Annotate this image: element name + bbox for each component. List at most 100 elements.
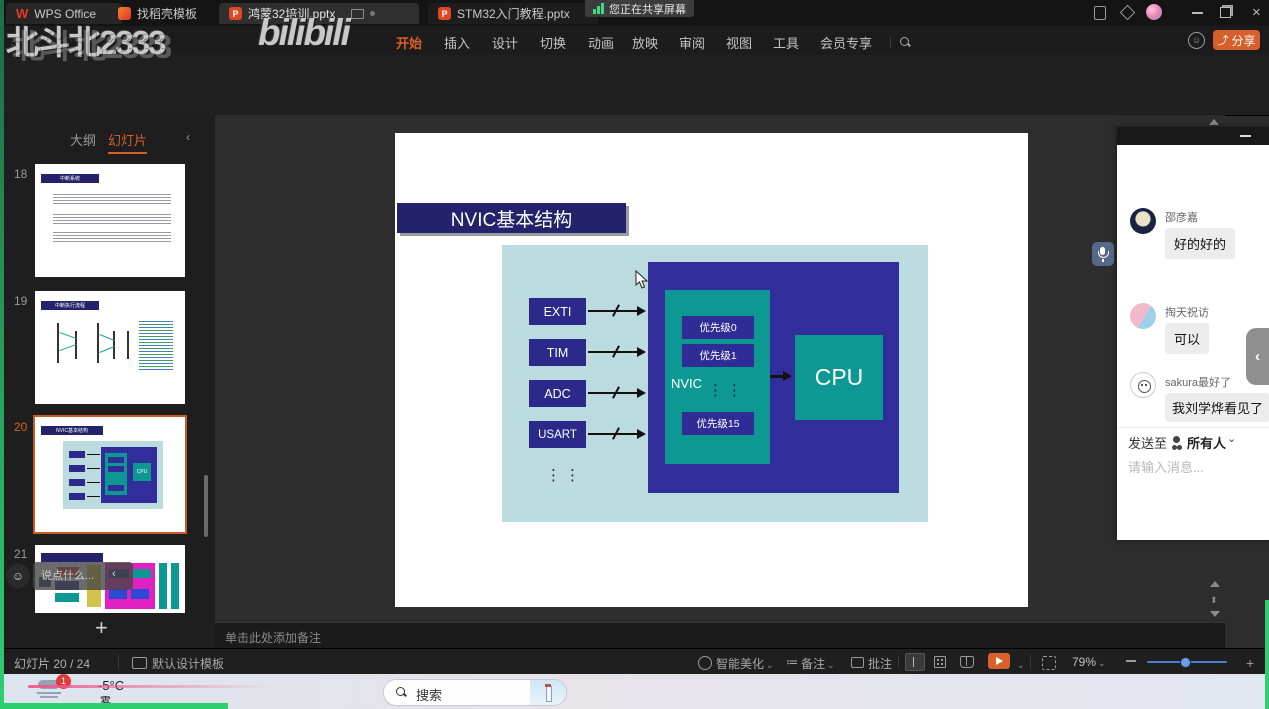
- search-icon[interactable]: [900, 37, 911, 48]
- wps-logo-icon: W: [16, 6, 28, 21]
- search-placeholder: 搜索: [416, 685, 442, 704]
- slide-number-current: 20: [14, 420, 27, 434]
- add-slide-button[interactable]: +: [95, 615, 108, 641]
- view-reading-button[interactable]: [960, 656, 974, 668]
- nvic-diagram[interactable]: NVIC 优先级0 优先级1 ⋮ ⋮ 优先级15 CPU EXTI TIM: [502, 245, 928, 522]
- share-button-label: 分享: [1231, 32, 1255, 49]
- fit-slide-icon[interactable]: [1042, 656, 1056, 670]
- comments-toggle[interactable]: 批注: [868, 655, 892, 672]
- taskbar-search[interactable]: 搜索: [383, 679, 567, 706]
- danmaku-input[interactable]: 说点什么...: [33, 562, 133, 590]
- share-button[interactable]: ⤴ 分享: [1213, 30, 1260, 50]
- slide-thumbnail-19[interactable]: 中断执行流程: [35, 291, 185, 404]
- screen-share-monitor-icon: [351, 9, 364, 19]
- cube-workspace-icon[interactable]: [1120, 5, 1136, 21]
- sidebar-scrollbar[interactable]: [204, 475, 208, 537]
- slide-nav-icon[interactable]: ⬍: [1210, 595, 1218, 606]
- menu-transition[interactable]: 切换: [540, 33, 566, 52]
- zoom-slider-knob[interactable]: [1180, 657, 1191, 668]
- source-box-exti: EXTI: [529, 298, 586, 325]
- view-normal-button[interactable]: [905, 653, 925, 671]
- menu-tools[interactable]: 工具: [773, 33, 799, 52]
- zoom-out-button[interactable]: [1126, 660, 1136, 662]
- tab-slides[interactable]: 幻灯片: [108, 130, 147, 154]
- slide-canvas[interactable]: NVIC基本结构 NVIC 优先级0 优先级1 ⋮ ⋮ 优先级15 CPU: [395, 133, 1028, 607]
- save-icon[interactable]: [38, 36, 50, 48]
- menu-home[interactable]: 开始: [396, 33, 422, 52]
- menu-view[interactable]: 视图: [726, 33, 752, 52]
- slideshow-play-button[interactable]: [988, 653, 1010, 669]
- source-box-usart: USART: [529, 421, 586, 448]
- slideshow-options-chevron[interactable]: [1015, 655, 1025, 673]
- minimize-button[interactable]: [1192, 12, 1203, 14]
- zoom-level[interactable]: 79%: [1072, 655, 1106, 669]
- slide-counter: 幻灯片 20 / 24: [14, 655, 90, 672]
- zoom-in-button[interactable]: +: [1246, 655, 1254, 671]
- share-signal-icon: [593, 3, 604, 14]
- mic-overlay-button[interactable]: [1092, 242, 1114, 266]
- chat-message-input[interactable]: 请输入消息...: [1128, 457, 1204, 476]
- dots-icon: ⋮: [546, 471, 561, 481]
- menu-animation[interactable]: 动画: [588, 33, 614, 52]
- collapse-sidebar-icon[interactable]: ‹: [186, 130, 190, 144]
- thumb-title: [41, 553, 103, 562]
- undo-icon[interactable]: ↶: [62, 34, 72, 48]
- main-menu-icon[interactable]: ☰: [10, 34, 22, 50]
- tab-label: 鸿蒙32培训.pptx: [248, 5, 335, 22]
- tab-outline[interactable]: 大纲: [70, 130, 96, 149]
- audience-chevron-icon[interactable]: ⌄: [1227, 432, 1236, 445]
- assistant-icon[interactable]: ☺: [1188, 32, 1205, 49]
- notes-placeholder: 单击此处添加备注: [225, 629, 321, 646]
- slide-thumbnail-20-selected[interactable]: NVIC基本结构 CPU: [33, 415, 187, 534]
- comments-icon: [851, 657, 864, 668]
- chat-collapse-handle[interactable]: ‹: [1246, 328, 1269, 385]
- scroll-up-icon[interactable]: [1209, 119, 1219, 125]
- tab-active-document[interactable]: P 鸿蒙32培训.pptx: [219, 3, 419, 24]
- danmaku-collapse-icon[interactable]: ‹: [112, 568, 116, 580]
- mobile-view-icon[interactable]: [1094, 6, 1106, 20]
- slide-title[interactable]: NVIC基本结构: [397, 203, 626, 233]
- tab-docer[interactable]: 找稻壳模板: [108, 3, 220, 24]
- search-highlight-image: [530, 680, 566, 705]
- emoji-icon[interactable]: ☺: [6, 564, 30, 588]
- notes-toggle[interactable]: 备注: [801, 655, 835, 672]
- smart-beautify-button[interactable]: 智能美化: [716, 655, 774, 672]
- chat-minimize-button[interactable]: [1240, 135, 1251, 137]
- menu-member[interactable]: 会员专享: [820, 33, 872, 52]
- mouse-cursor: [635, 270, 649, 290]
- priority-box-0: 优先级0: [682, 316, 754, 339]
- menu-design[interactable]: 设计: [492, 33, 518, 52]
- thumb-title: 中断执行流程: [41, 301, 99, 310]
- chat-panel-header: [1117, 127, 1269, 145]
- menu-insert[interactable]: 插入: [444, 33, 470, 52]
- previous-slide-icon[interactable]: [1210, 581, 1220, 587]
- next-slide-icon[interactable]: [1210, 611, 1220, 617]
- tab-label: 找稻壳模板: [137, 5, 197, 22]
- slide-thumbnail-18[interactable]: 中断系统: [35, 164, 185, 277]
- menu-slideshow[interactable]: 放映: [632, 33, 658, 52]
- divider: [890, 36, 891, 48]
- docer-icon: [118, 7, 131, 20]
- design-template[interactable]: 默认设计模板: [152, 655, 224, 672]
- cpu-block: CPU: [795, 335, 883, 420]
- thumb-title: NVIC基本结构: [41, 426, 103, 435]
- slide-number: 19: [14, 294, 27, 308]
- thumb-title: 中断系统: [41, 174, 99, 183]
- slide-number: 18: [14, 167, 27, 181]
- account-avatar[interactable]: [1146, 4, 1162, 20]
- overlay-pink-line: [28, 685, 273, 688]
- maximize-button[interactable]: [1220, 7, 1231, 18]
- slide-number: 21: [14, 547, 27, 561]
- close-button[interactable]: ×: [1252, 4, 1261, 21]
- chat-username: sakura最好了: [1165, 374, 1231, 390]
- audience-people-icon: [1173, 436, 1180, 443]
- redo-icon[interactable]: ↷: [84, 34, 94, 48]
- tab-modified-dot-icon: [370, 11, 375, 16]
- tab-wps-home[interactable]: W WPS Office: [6, 3, 122, 24]
- view-sorter-button[interactable]: [934, 656, 946, 668]
- audience-selector[interactable]: 所有人: [1187, 433, 1226, 452]
- tab-document-2[interactable]: P STM32入门教程.pptx: [428, 3, 598, 24]
- notes-bar[interactable]: 单击此处添加备注: [215, 622, 1225, 649]
- menu-review[interactable]: 审阅: [679, 33, 705, 52]
- status-bar: 幻灯片 20 / 24 默认设计模板 智能美化 ≔ 备注 批注 79% +: [0, 648, 1269, 675]
